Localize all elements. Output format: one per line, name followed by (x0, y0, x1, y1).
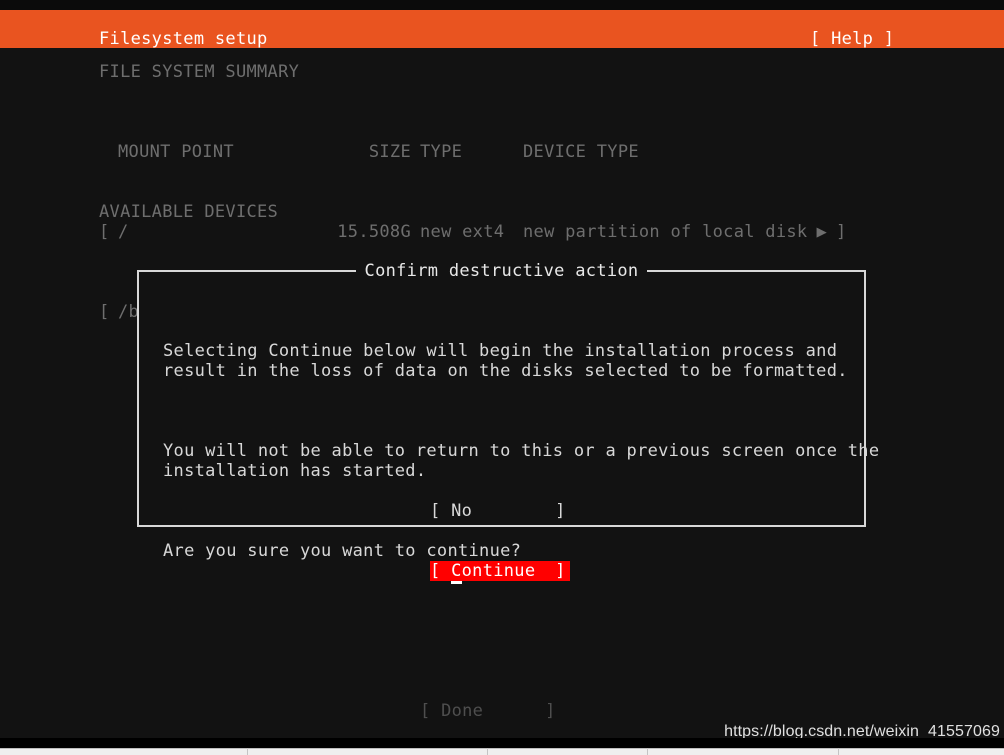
text-cursor: C (451, 561, 462, 584)
row-bracket-open: [ (99, 302, 110, 322)
cell-device-type: new partition of local disk (523, 222, 808, 242)
dialog-paragraph-1: Selecting Continue below will begin the … (163, 341, 848, 381)
page-title: Filesystem setup (99, 29, 268, 49)
available-devices-heading: AVAILABLE DEVICES (99, 202, 279, 222)
dialog-title: Confirm destructive action (137, 261, 866, 281)
taskbar-separator (647, 748, 648, 755)
cell-type: new ext4 (420, 222, 505, 242)
dialog-continue-button-label: Continue (451, 561, 555, 584)
header-bar: Filesystem setup [ Help ] (0, 10, 1004, 49)
row-bracket-close: ] (836, 222, 847, 242)
header-bracket-spacer (99, 142, 118, 162)
column-header-mount-point: MOUNT POINT (118, 142, 234, 162)
row-expand-arrow-icon[interactable]: ▶ (807, 222, 827, 242)
host-taskbar[interactable] (0, 748, 1004, 755)
dialog-continue-button-rest: ontinue (461, 561, 536, 581)
dialog-title-text: Confirm destructive action (355, 261, 648, 281)
dialog-no-button[interactable]: [ No] (430, 501, 570, 521)
row-bracket-open: [ (99, 222, 110, 242)
column-header-device-type: DEVICE TYPE (523, 142, 639, 162)
dialog-button-group: [ No] [ Continue] (430, 461, 570, 621)
cell-mount-point: / (118, 222, 129, 242)
terminal-screen: Filesystem setup [ Help ] FILE SYSTEM SU… (0, 0, 1004, 755)
column-header-type: TYPE (420, 142, 463, 162)
column-header-size: SIZE (368, 142, 411, 162)
cell-size: 15.508G (337, 222, 411, 242)
table-row[interactable]: [ / 15.508G new ext4 new partition of local … (99, 222, 847, 242)
dialog-continue-button[interactable]: [ Continue] (430, 561, 570, 584)
bottom-black-strip (0, 738, 1004, 748)
file-system-summary-heading: FILE SYSTEM SUMMARY (99, 62, 300, 82)
done-button-label: Done (441, 701, 484, 721)
top-gutter (0, 0, 1004, 10)
done-button[interactable]: [ Done] (420, 701, 556, 721)
help-button[interactable]: [ Help ] (810, 29, 894, 49)
dialog-no-button-label: No (451, 501, 473, 521)
taskbar-separator (838, 748, 839, 755)
taskbar-separator (487, 748, 488, 755)
taskbar-separator (247, 748, 248, 755)
table-header-row: MOUNT POINT SIZE TYPE DEVICE TYPE (99, 142, 847, 162)
